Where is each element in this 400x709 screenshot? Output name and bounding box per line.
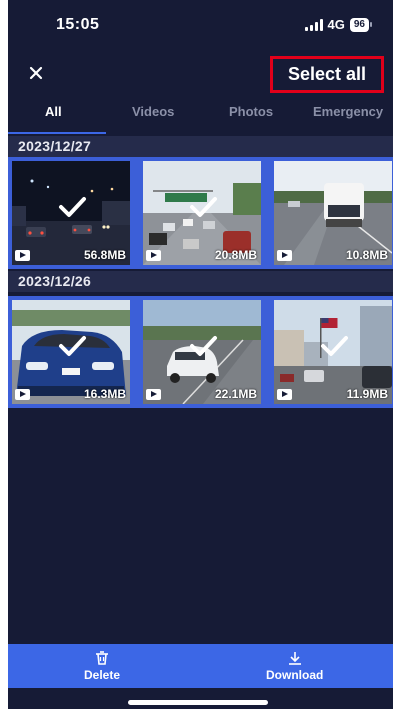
video-icon [15,250,30,261]
section-date: 2023/12/26 [18,273,92,289]
file-size: 11.9MB [346,387,388,401]
download-button[interactable]: Download [266,650,323,682]
video-icon [146,250,161,261]
network-label: 4G [327,17,345,32]
media-item[interactable]: 11.9MB [274,300,392,404]
trash-icon [96,651,109,665]
close-icon[interactable] [26,63,46,83]
delete-label: Delete [84,668,121,682]
status-bar: 15:05 4G 96 [8,0,393,52]
video-icon [15,389,30,400]
media-item[interactable]: 10.8MB [274,161,392,265]
file-size: 10.8MB [345,248,388,262]
battery-level: 96 [353,18,365,30]
signal-icon [304,18,323,31]
download-label: Download [266,668,324,682]
file-size: 22.1MB [214,387,257,401]
video-icon [146,389,161,400]
file-size: 56.8MB [83,248,126,262]
home-indicator [128,700,268,705]
selected-check-icon [190,336,217,356]
select-all-button[interactable]: Select all [270,56,384,93]
battery-icon: 96 [349,17,373,32]
tab-emergency[interactable]: Emergency [313,104,383,119]
selected-check-icon [321,336,348,356]
selected-check-icon [59,336,86,356]
media-item[interactable]: 22.1MB [143,300,261,404]
media-item[interactable]: 56.8MB [12,161,130,265]
selected-check-icon [190,197,217,217]
tab-photos[interactable]: Photos [229,104,273,119]
media-item[interactable]: 16.3MB [12,300,130,404]
status-time: 15:05 [56,16,100,33]
video-icon [277,389,292,400]
file-size: 16.3MB [83,387,126,401]
tab-videos[interactable]: Videos [132,104,174,119]
filter-tabs: All Videos Photos Emergency [8,100,393,134]
file-size: 20.8MB [214,248,257,262]
media-item[interactable]: 20.8MB [143,161,261,265]
download-icon [288,652,301,665]
active-tab-indicator [8,132,106,134]
video-icon [277,250,292,261]
section-date: 2023/12/27 [18,138,92,154]
selected-check-icon [59,197,86,217]
tab-all[interactable]: All [45,104,62,119]
bottom-action-bar: Delete Download [8,644,393,688]
delete-button[interactable]: Delete [84,650,120,682]
gallery-screen: 15:05 4G 96 Select all All Videos Photos… [8,0,393,709]
